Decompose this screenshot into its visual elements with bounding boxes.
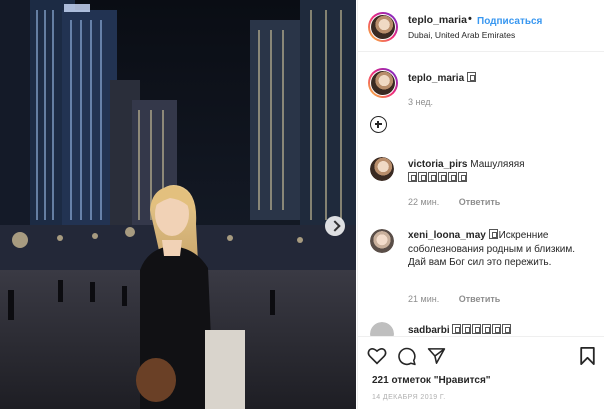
caption-username[interactable]: teplo_maria — [408, 73, 464, 84]
caption-avatar[interactable] — [368, 68, 398, 98]
heart-icon[interactable] — [367, 347, 387, 365]
caption: teplo_maria — [408, 72, 593, 86]
likes-count[interactable]: 221 отметок "Нравится" — [372, 375, 491, 386]
commenter-avatar[interactable] — [370, 229, 394, 253]
author-avatar[interactable] — [368, 12, 398, 42]
comment-item: xeni_loona_may Искренние соболезнования … — [408, 229, 593, 270]
comment-meta: 22 мин. Ответить — [408, 197, 500, 207]
share-icon[interactable] — [427, 347, 446, 365]
next-photo-button[interactable] — [325, 216, 345, 236]
emoji-glyph — [466, 72, 476, 82]
post-header: teplo_maria • Подписаться Dubai, United … — [358, 0, 604, 52]
comment-username[interactable]: sadbarbi — [408, 325, 450, 336]
load-more-comments-icon[interactable] — [370, 116, 387, 133]
reply-button[interactable]: Ответить — [459, 197, 501, 207]
separator-dot: • — [468, 13, 472, 25]
comment-time: 22 мин. — [408, 197, 440, 207]
comment-username[interactable]: victoria_pirs — [408, 159, 467, 170]
post-photo[interactable] — [0, 0, 356, 409]
comment-item: victoria_pirs Машуляяяя — [408, 158, 593, 185]
action-bar: 221 отметок "Нравится" 14 ДЕКАБРЯ 2019 Г… — [358, 336, 604, 409]
night-city-photo — [0, 0, 356, 409]
author-username[interactable]: teplo_maria — [408, 14, 467, 26]
comment-text: Машуляяяя — [470, 159, 525, 170]
comment-time: 21 мин. — [408, 294, 440, 304]
bookmark-icon[interactable] — [580, 347, 595, 365]
post-location[interactable]: Dubai, United Arab Emirates — [408, 30, 515, 40]
comment-username[interactable]: xeni_loona_may — [408, 230, 486, 241]
caption-time: 3 нед. — [408, 97, 434, 107]
follow-button[interactable]: Подписаться — [477, 16, 542, 27]
reply-button[interactable]: Ответить — [459, 294, 501, 304]
post-date: 14 ДЕКАБРЯ 2019 Г. — [372, 394, 446, 401]
post-sidebar: teplo_maria • Подписаться Dubai, United … — [357, 0, 604, 409]
commenter-avatar[interactable] — [370, 157, 394, 181]
comment-icon[interactable] — [397, 347, 417, 366]
comment-meta: 21 мин. Ответить — [408, 294, 500, 304]
